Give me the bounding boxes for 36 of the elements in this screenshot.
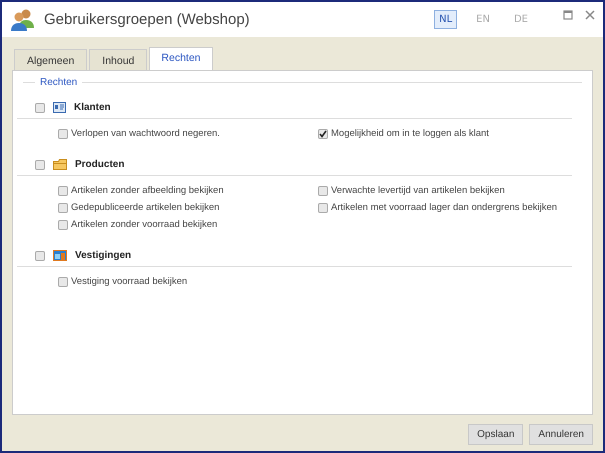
- fieldset-legend: Rechten: [40, 77, 78, 88]
- permission-label: Vestiging voorraad bekijken: [71, 276, 188, 287]
- language-option[interactable]: NL: [434, 10, 458, 29]
- permission-label: Gedepubliceerde artikelen bekijken: [71, 202, 220, 213]
- close-icon[interactable]: [585, 10, 595, 20]
- section-checkbox[interactable]: [35, 160, 45, 170]
- store-icon: [53, 250, 67, 261]
- permission-checkbox[interactable]: [58, 186, 68, 196]
- tab[interactable]: Algemeen: [14, 49, 88, 70]
- permission-checkbox[interactable]: [318, 186, 328, 196]
- permission-checkbox[interactable]: [58, 202, 68, 212]
- permission-label: Mogelijkheid om in te loggen als klant: [331, 128, 489, 139]
- folder-icon: [53, 159, 67, 170]
- section-checkbox[interactable]: [35, 250, 45, 260]
- section-title: Klanten: [74, 102, 111, 113]
- section-title: Producten: [75, 159, 124, 170]
- section-checkbox[interactable]: [35, 102, 45, 112]
- permission-checkbox[interactable]: [318, 128, 328, 138]
- permission-label: Artikelen zonder afbeelding bekijken: [71, 185, 224, 196]
- permission-label: Artikelen met voorraad lager dan ondergrens bekijken: [331, 202, 558, 213]
- permission-checkbox[interactable]: [58, 128, 68, 138]
- tab[interactable]: Inhoud: [89, 49, 148, 70]
- permission-checkbox[interactable]: [318, 202, 328, 212]
- permission-checkbox[interactable]: [58, 220, 68, 230]
- permission-label: Verlopen van wachtwoord negeren.: [71, 128, 220, 139]
- window-title: Gebruikersgroepen (Webshop): [44, 11, 251, 28]
- dialog-button[interactable]: Annuleren: [529, 424, 593, 445]
- dialog-button[interactable]: Opslaan: [468, 424, 524, 445]
- contact-card-icon: [53, 102, 66, 113]
- section-title: Vestigingen: [75, 250, 132, 261]
- permission-checkbox[interactable]: [58, 276, 68, 286]
- users-icon: [10, 8, 36, 32]
- tab[interactable]: Rechten: [149, 47, 213, 70]
- permission-label: Verwachte levertijd van artikelen bekijken: [331, 185, 505, 196]
- maximize-icon[interactable]: [563, 10, 573, 20]
- permission-label: Artikelen zonder voorraad bekijken: [71, 219, 218, 230]
